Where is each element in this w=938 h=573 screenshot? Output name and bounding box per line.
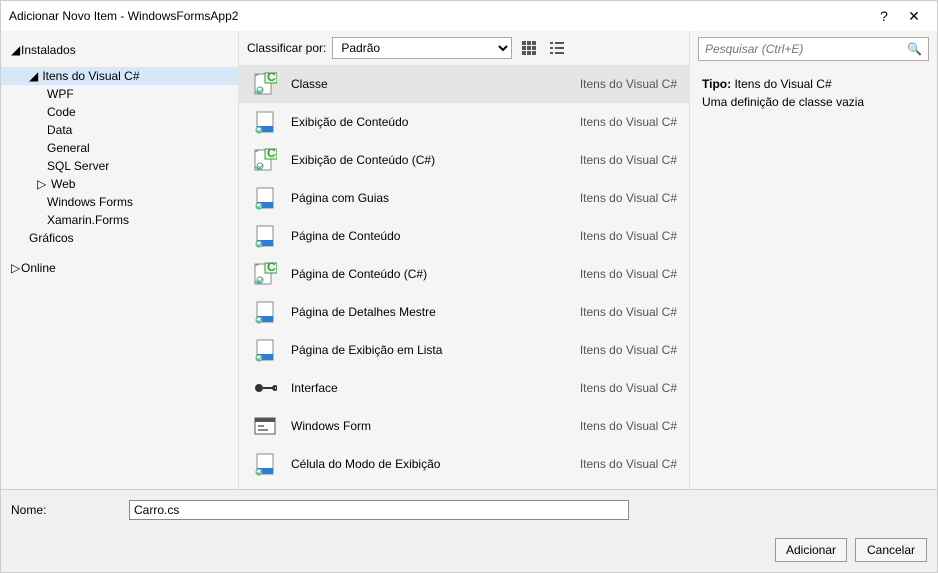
sidebar-online[interactable]: ▷ Online xyxy=(1,257,238,279)
template-category: Itens do Visual C# xyxy=(547,115,677,129)
svg-text:C#: C# xyxy=(267,72,277,84)
template-item[interactable]: Página de Detalhes Mestre Itens do Visual… xyxy=(239,293,689,331)
chevron-down-icon: ◢ xyxy=(11,43,21,57)
sidebar-installed-label: Instalados xyxy=(21,43,76,57)
template-item[interactable]: C# Classe Itens do Visual C# xyxy=(239,65,689,103)
sidebar-online-label: Online xyxy=(21,261,56,275)
window-title: Adicionar Novo Item - WindowsFormsApp2 xyxy=(9,9,869,23)
template-category: Itens do Visual C# xyxy=(547,305,677,319)
template-name: Página de Exibição em Lista xyxy=(291,343,535,357)
sidebar-item-code[interactable]: Code xyxy=(1,103,238,121)
add-button[interactable]: Adicionar xyxy=(775,538,847,562)
template-name: Interface xyxy=(291,381,535,395)
template-item[interactable]: C# Exibição de Conteúdo (C#) Itens do Visu… xyxy=(239,141,689,179)
sidebar-item-sql-server[interactable]: SQL Server xyxy=(1,157,238,175)
template-category: Itens do Visual C# xyxy=(547,229,677,243)
form-icon xyxy=(251,412,279,440)
sidebar-visual-csharp[interactable]: ◢ Itens do Visual C# xyxy=(1,67,238,85)
template-name: Exibição de Conteúdo xyxy=(291,115,535,129)
template-item[interactable]: Página de Conteúdo Itens do Visual C# xyxy=(239,217,689,255)
grid-icon xyxy=(522,41,536,55)
list-icon xyxy=(550,41,564,55)
template-item[interactable]: Windows Form Itens do Visual C# xyxy=(239,407,689,445)
name-label: Nome: xyxy=(11,503,121,517)
template-item[interactable]: Célula do Modo de Exibição Itens do Visua… xyxy=(239,445,689,483)
footer: Nome: Adicionar Cancelar xyxy=(1,489,937,572)
sidebar-item-general[interactable]: General xyxy=(1,139,238,157)
template-name: Windows Form xyxy=(291,419,535,433)
chevron-right-icon: ▷ xyxy=(11,261,21,275)
template-name: Célula do Modo de Exibição xyxy=(291,457,535,471)
sidebar-item-data[interactable]: Data xyxy=(1,121,238,139)
template-category: Itens do Visual C# xyxy=(547,343,677,357)
sidebar-visual-csharp-label: Itens do Visual C# xyxy=(42,69,139,83)
template-category: Itens do Visual C# xyxy=(547,419,677,433)
template-list[interactable]: C#ClasseItens do Visual C#Exibição de Co… xyxy=(239,65,689,489)
cancel-button[interactable]: Cancelar xyxy=(855,538,927,562)
sidebar-graficos-label: Gráficos xyxy=(29,231,74,245)
sidebar-item-wpf[interactable]: WPF xyxy=(1,85,238,103)
template-name: Página de Conteúdo xyxy=(291,229,535,243)
cs-icon: C# xyxy=(251,260,279,288)
title-bar: Adicionar Novo Item - WindowsFormsApp2 ?… xyxy=(1,1,937,31)
close-button[interactable]: ✕ xyxy=(899,8,929,25)
search-input[interactable] xyxy=(705,42,907,56)
cs-icon: C# xyxy=(251,70,279,98)
sort-bar: Classificar por: Padrão xyxy=(239,31,689,65)
details-panel: 🔍 Tipo: Itens do Visual C# Uma definição… xyxy=(689,31,937,489)
template-description: Tipo: Itens do Visual C# Uma definição d… xyxy=(690,67,937,123)
svg-text:C#: C# xyxy=(267,262,277,274)
template-item[interactable]: C# Página de Conteúdo (C#) Itens do Visual… xyxy=(239,255,689,293)
template-panel: Classificar por: Padrão C# Classe Itens do… xyxy=(239,31,689,489)
template-category: Itens do Visual C# xyxy=(547,457,677,471)
sort-label: Classificar por: xyxy=(247,41,326,55)
page-icon xyxy=(251,222,279,250)
iface-icon xyxy=(251,374,279,402)
sidebar-item-xamarin-forms[interactable]: Xamarin.Forms xyxy=(1,211,238,229)
page-icon xyxy=(251,298,279,326)
description-text: Uma definição de classe vazia xyxy=(702,95,925,109)
sidebar-graficos[interactable]: Gráficos xyxy=(1,229,238,247)
template-item[interactable]: Interface Itens do Visual C# xyxy=(239,369,689,407)
template-name: Página de Conteúdo (C#) xyxy=(291,267,535,281)
template-category: Itens do Visual C# xyxy=(547,267,677,281)
svg-text:C#: C# xyxy=(267,148,277,160)
template-item[interactable]: Página com Guias Itens do Visual C# xyxy=(239,179,689,217)
sidebar-item-web[interactable]: ▷Web xyxy=(1,175,238,193)
view-icons-button[interactable] xyxy=(518,37,540,59)
sidebar-item-windows-forms[interactable]: Windows Forms xyxy=(1,193,238,211)
help-button[interactable]: ? xyxy=(869,8,899,24)
category-sidebar: ◢ Instalados ◢ Itens do Visual C# WPFCod… xyxy=(1,31,239,489)
template-item[interactable]: Exibição de Conteúdo Itens do Visual C# xyxy=(239,103,689,141)
template-name: Exibição de Conteúdo (C#) xyxy=(291,153,535,167)
main-area: ◢ Instalados ◢ Itens do Visual C# WPFCod… xyxy=(1,31,937,489)
view-list-button[interactable] xyxy=(546,37,568,59)
template-name: Página com Guias xyxy=(291,191,535,205)
chevron-down-icon: ◢ xyxy=(29,69,39,83)
template-item[interactable]: Página de Exibição em Lista Itens do Visu… xyxy=(239,331,689,369)
template-name: Classe xyxy=(291,77,535,91)
name-input[interactable] xyxy=(129,500,629,520)
template-category: Itens do Visual C# xyxy=(547,381,677,395)
sort-dropdown[interactable]: Padrão xyxy=(332,37,512,59)
cs-icon: C# xyxy=(251,146,279,174)
page-icon xyxy=(251,336,279,364)
search-box[interactable]: 🔍 xyxy=(698,37,929,61)
template-category: Itens do Visual C# xyxy=(547,191,677,205)
template-category: Itens do Visual C# xyxy=(547,77,677,91)
search-icon[interactable]: 🔍 xyxy=(907,42,922,56)
type-value: Itens do Visual C# xyxy=(734,77,831,91)
chevron-right-icon: ▷ xyxy=(37,177,47,191)
template-name: Página de Detalhes Mestre xyxy=(291,305,535,319)
type-label: Tipo: xyxy=(702,77,731,91)
sidebar-installed[interactable]: ◢ Instalados xyxy=(1,39,238,61)
template-category: Itens do Visual C# xyxy=(547,153,677,167)
page-icon xyxy=(251,108,279,136)
page-icon xyxy=(251,184,279,212)
page-icon xyxy=(251,450,279,478)
